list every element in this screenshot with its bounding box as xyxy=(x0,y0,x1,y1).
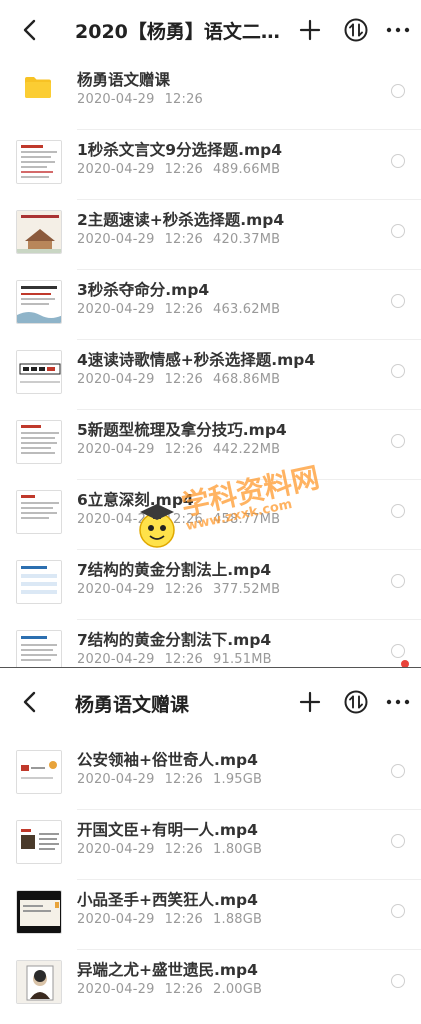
video-thumbnail xyxy=(16,630,62,667)
video-thumbnail xyxy=(16,890,62,934)
select-radio-icon[interactable] xyxy=(391,574,405,588)
select-radio-icon[interactable] xyxy=(391,364,405,378)
item-name: 7结构的黄金分割法上.mp4 xyxy=(77,561,272,579)
sort-arrows-icon[interactable] xyxy=(342,16,370,44)
item-name: 小品圣手+西笑狂人.mp4 xyxy=(77,891,258,909)
select-radio-icon[interactable] xyxy=(391,764,405,778)
select-radio-icon[interactable] xyxy=(391,224,405,238)
list-item-video[interactable]: 开国文臣+有明一人.mp4 2020-04-29 12:26 1.80GB xyxy=(0,810,421,880)
top-header: 2020【杨勇】语文二轮... xyxy=(0,0,421,60)
select-radio-icon[interactable] xyxy=(391,834,405,848)
video-thumbnail xyxy=(16,750,62,794)
add-plus-icon[interactable] xyxy=(296,688,324,716)
item-meta: 2020-04-29 12:26 1.80GB xyxy=(77,842,263,857)
list-item-video[interactable]: 7结构的黄金分割法下.mp4 2020-04-29 12:26 91.51MB xyxy=(0,620,421,667)
more-dots-icon[interactable] xyxy=(384,16,412,44)
item-meta: 2020-04-29 12:26 468.86MB xyxy=(77,372,281,387)
list-item-video[interactable]: 1秒杀文言文9分选择题.mp4 2020-04-29 12:26 489.66MB xyxy=(0,130,421,200)
item-meta: 2020-04-29 12:26 1.95GB xyxy=(77,772,263,787)
sort-arrows-icon[interactable] xyxy=(342,688,370,716)
item-name: 杨勇语文赠课 xyxy=(77,71,171,89)
video-thumbnail xyxy=(16,420,62,464)
list-item-video[interactable]: 7结构的黄金分割法上.mp4 2020-04-29 12:26 377.52MB xyxy=(0,550,421,620)
back-chevron-icon[interactable] xyxy=(16,688,44,716)
select-radio-icon[interactable] xyxy=(391,434,405,448)
select-radio-icon[interactable] xyxy=(391,84,405,98)
scroll-indicator[interactable] xyxy=(401,660,409,667)
item-meta: 2020-04-29 12:26 2.00GB xyxy=(77,982,263,997)
item-name: 开国文臣+有明一人.mp4 xyxy=(77,821,258,839)
item-meta: 2020-04-29 12:26 xyxy=(77,92,204,107)
select-radio-icon[interactable] xyxy=(391,504,405,518)
folder-title: 杨勇语文赠课 xyxy=(75,694,190,716)
item-name: 2主题速读+秒杀选择题.mp4 xyxy=(77,211,285,229)
item-name: 5新题型梳理及拿分技巧.mp4 xyxy=(77,421,287,439)
folder-title: 2020【杨勇】语文二轮... xyxy=(75,21,285,43)
back-chevron-icon[interactable] xyxy=(16,16,44,44)
list-item-video[interactable]: 公安领袖+俗世奇人.mp4 2020-04-29 12:26 1.95GB xyxy=(0,740,421,810)
video-thumbnail xyxy=(16,960,62,1004)
select-radio-icon[interactable] xyxy=(391,644,405,658)
video-thumbnail xyxy=(16,820,62,864)
video-thumbnail xyxy=(16,490,62,534)
item-meta: 2020-04-29 12:26 377.52MB xyxy=(77,582,281,597)
video-thumbnail xyxy=(16,560,62,604)
video-thumbnail xyxy=(16,140,62,184)
item-name: 1秒杀文言文9分选择题.mp4 xyxy=(77,141,282,159)
item-name: 4速读诗歌情感+秒杀选择题.mp4 xyxy=(77,351,316,369)
select-radio-icon[interactable] xyxy=(391,154,405,168)
select-radio-icon[interactable] xyxy=(391,294,405,308)
item-meta: 2020-04-29 12:26 458.77MB xyxy=(77,512,281,527)
video-thumbnail xyxy=(16,350,62,394)
list-item-video[interactable]: 小品圣手+西笑狂人.mp4 2020-04-29 12:26 1.88GB xyxy=(0,880,421,950)
item-name: 3秒杀夺命分.mp4 xyxy=(77,281,210,299)
item-name: 异端之尤+盛世遗民.mp4 xyxy=(77,961,258,979)
list-item-video[interactable]: 6立意深刻.mp4 2020-04-29 12:26 458.77MB xyxy=(0,480,421,550)
item-meta: 2020-04-29 12:26 463.62MB xyxy=(77,302,281,317)
item-name: 6立意深刻.mp4 xyxy=(77,491,194,509)
list-item-folder[interactable]: 杨勇语文赠课 2020-04-29 12:26 xyxy=(0,60,421,130)
list-item-video[interactable]: 4速读诗歌情感+秒杀选择题.mp4 2020-04-29 12:26 468.86M… xyxy=(0,340,421,410)
item-name: 公安领袖+俗世奇人.mp4 xyxy=(77,751,258,769)
video-thumbnail xyxy=(16,210,62,254)
folder-icon xyxy=(25,77,51,98)
file-browser-bottom: 杨勇语文赠课 公安领袖+俗世奇人.mp4 2020-04-29 12:26 1.95… xyxy=(0,668,421,1024)
item-meta: 2020-04-29 12:26 420.37MB xyxy=(77,232,281,247)
item-meta: 2020-04-29 12:26 489.66MB xyxy=(77,162,281,177)
select-radio-icon[interactable] xyxy=(391,904,405,918)
list-item-video[interactable]: 3秒杀夺命分.mp4 2020-04-29 12:26 463.62MB xyxy=(0,270,421,340)
add-plus-icon[interactable] xyxy=(296,16,324,44)
item-meta: 2020-04-29 12:26 91.51MB xyxy=(77,652,272,667)
item-meta: 2020-04-29 12:26 442.22MB xyxy=(77,442,281,457)
item-meta: 2020-04-29 12:26 1.88GB xyxy=(77,912,263,927)
list-item-video[interactable]: 2主题速读+秒杀选择题.mp4 2020-04-29 12:26 420.37MB xyxy=(0,200,421,270)
list-item-video[interactable]: 异端之尤+盛世遗民.mp4 2020-04-29 12:26 2.00GB xyxy=(0,950,421,1020)
video-thumbnail xyxy=(16,280,62,324)
list-item-video[interactable]: 5新题型梳理及拿分技巧.mp4 2020-04-29 12:26 442.22MB xyxy=(0,410,421,480)
more-dots-icon[interactable] xyxy=(384,688,412,716)
item-name: 7结构的黄金分割法下.mp4 xyxy=(77,631,272,649)
select-radio-icon[interactable] xyxy=(391,974,405,988)
bottom-header: 杨勇语文赠课 xyxy=(0,668,421,736)
file-browser-top: 2020【杨勇】语文二轮... 杨勇语文赠课 2020-04-2912:26 xyxy=(0,0,421,667)
